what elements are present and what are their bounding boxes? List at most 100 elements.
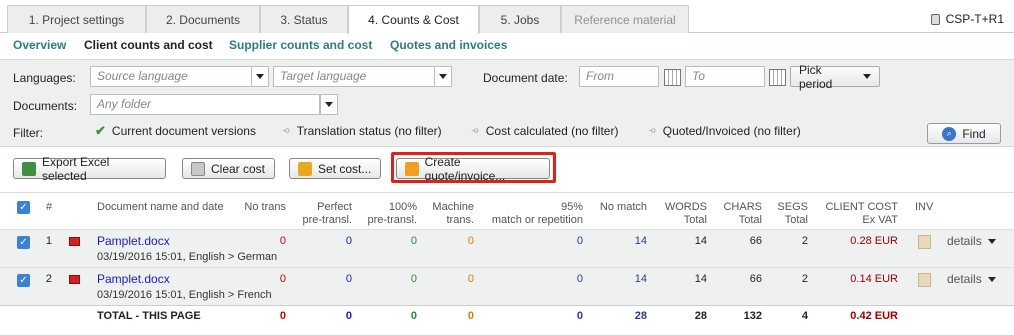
segs-value: 2 <box>801 273 808 285</box>
filter-quoted-invoiced-label: Quoted/Invoiced (no filter) <box>662 123 801 138</box>
total-p100: 0 <box>410 310 417 322</box>
col-no-match: No match <box>599 201 647 213</box>
invoice-status-icon[interactable] <box>918 273 931 287</box>
document-link[interactable]: Pamplet.docx <box>97 234 170 248</box>
total-p95: 0 <box>576 310 583 322</box>
documents-label: Documents: <box>13 99 78 113</box>
clear-cost-button[interactable]: Clear cost <box>182 158 275 179</box>
tag-icon <box>191 161 205 176</box>
subnav-supplier-counts[interactable]: Supplier counts and cost <box>229 38 372 52</box>
target-language-dropdown[interactable] <box>434 66 452 87</box>
p100-value: 0 <box>410 273 417 285</box>
export-excel-button[interactable]: Export Excel selected <box>13 155 166 183</box>
filter-translation-status[interactable]: ⌕ Translation status (no filter) <box>280 123 442 138</box>
filter-current-versions[interactable]: ✔ Current document versions <box>95 123 256 139</box>
checkmark-icon: ✔ <box>95 123 106 138</box>
perfect-value: 0 <box>345 235 352 247</box>
machine-value: 0 <box>467 273 474 285</box>
date-to-input[interactable]: To <box>685 66 765 87</box>
invoice-status-icon[interactable] <box>918 235 931 249</box>
filter-label: Filter: <box>13 126 43 140</box>
filter-translation-status-label: Translation status (no filter) <box>296 123 442 138</box>
row-checkbox[interactable]: ✓ <box>17 274 30 287</box>
row-number: 1 <box>45 235 52 247</box>
calendar-icon[interactable] <box>769 69 786 86</box>
paperclip-icon: ⌕ <box>469 122 485 138</box>
pick-period-select[interactable]: Pick period <box>790 63 880 91</box>
col-document: Document name and date <box>97 201 224 213</box>
filter-panel: Languages: Source language Target langua… <box>0 59 1014 147</box>
subnav-client-counts[interactable]: Client counts and cost <box>84 38 213 52</box>
chevron-down-icon <box>987 238 996 244</box>
document-meta: 03/19/2016 15:01, English > French <box>97 289 272 301</box>
col-95-2: match or repetition <box>491 214 583 226</box>
chevron-down-icon <box>256 74 264 79</box>
create-quote-invoice-button[interactable]: Create quote/invoice... <box>396 155 550 183</box>
tab-documents[interactable]: 2. Documents <box>146 5 260 33</box>
total-no-match: 28 <box>634 310 647 322</box>
source-language-select[interactable]: Source language <box>90 66 252 87</box>
calendar-icon[interactable] <box>664 69 681 86</box>
folder-select[interactable]: Any folder <box>90 94 320 115</box>
total-cost: 0.42 EUR <box>850 310 898 322</box>
table-row[interactable]: ✓ 2 Pamplet.docx 03/19/2016 15:01, Engli… <box>0 267 1014 305</box>
table-row[interactable]: ✓ 1 Pamplet.docx 03/19/2016 15:01, Engli… <box>0 229 1014 267</box>
p95-value: 0 <box>576 273 583 285</box>
details-toggle[interactable]: details <box>947 234 996 248</box>
total-words: 28 <box>694 310 707 322</box>
flag-icon <box>69 275 80 284</box>
col-machine-1: Machine <box>432 201 474 213</box>
words-value: 14 <box>694 273 707 285</box>
target-language-select[interactable]: Target language <box>273 66 435 87</box>
tab-project-settings[interactable]: 1. Project settings <box>7 5 146 33</box>
tab-bar: 1. Project settings 2. Documents 3. Stat… <box>0 0 1014 34</box>
paperclip-icon: ⌕ <box>646 122 662 138</box>
languages-label: Languages: <box>13 71 76 85</box>
tab-reference-material[interactable]: Reference material <box>561 5 689 33</box>
document-date-label: Document date: <box>483 71 568 85</box>
tab-status[interactable]: 3. Status <box>260 5 348 33</box>
p100-value: 0 <box>410 235 417 247</box>
col-cost-2: Ex VAT <box>862 214 898 226</box>
total-perfect: 0 <box>345 310 352 322</box>
tab-jobs[interactable]: 5. Jobs <box>479 5 561 33</box>
col-inv: INV <box>915 201 934 213</box>
tab-counts-cost[interactable]: 4. Counts & Cost <box>348 5 479 34</box>
paperclip-icon: ⌕ <box>280 122 296 138</box>
search-icon: ⌕ <box>942 126 957 141</box>
find-button[interactable]: ⌕ Find <box>927 123 1001 144</box>
no-match-value: 14 <box>634 273 647 285</box>
filter-quoted-invoiced[interactable]: ⌕ Quoted/Invoiced (no filter) <box>646 123 801 138</box>
action-bar: Export Excel selected Clear cost Set cos… <box>0 148 1014 186</box>
subnav-overview[interactable]: Overview <box>13 38 66 52</box>
col-number: # <box>46 201 53 213</box>
filter-cost-calculated[interactable]: ⌕ Cost calculated (no filter) <box>469 123 618 138</box>
chevron-down-icon <box>325 102 333 107</box>
col-chars-1: CHARS <box>723 201 762 213</box>
p95-value: 0 <box>576 235 583 247</box>
clear-cost-label: Clear cost <box>211 161 266 176</box>
subnav-quotes-invoices[interactable]: Quotes and invoices <box>390 38 507 52</box>
price-tag-icon <box>298 161 312 176</box>
filter-current-versions-label: Current document versions <box>111 124 256 138</box>
source-language-dropdown[interactable] <box>251 66 269 87</box>
select-all-checkbox[interactable]: ✓ <box>17 201 30 214</box>
row-checkbox[interactable]: ✓ <box>17 236 30 249</box>
total-machine: 0 <box>467 310 474 322</box>
col-perfect-2: pre-transl. <box>302 214 352 226</box>
perfect-value: 0 <box>345 273 352 285</box>
details-toggle[interactable]: details <box>947 272 996 286</box>
col-no-trans: No trans <box>244 201 286 213</box>
row-number: 2 <box>45 273 52 285</box>
invoice-icon <box>405 161 419 176</box>
no-trans-value: 0 <box>279 273 286 285</box>
date-from-input[interactable]: From <box>579 66 659 87</box>
col-machine-2: trans. <box>446 214 474 226</box>
document-meta: 03/19/2016 15:01, English > German <box>97 251 278 263</box>
document-link[interactable]: Pamplet.docx <box>97 272 170 286</box>
details-label: details <box>947 234 982 248</box>
col-chars-2: Total <box>738 214 762 226</box>
set-cost-button[interactable]: Set cost... <box>289 158 381 179</box>
col-perfect-1: Perfect <box>317 201 352 213</box>
folder-dropdown[interactable] <box>320 94 338 115</box>
